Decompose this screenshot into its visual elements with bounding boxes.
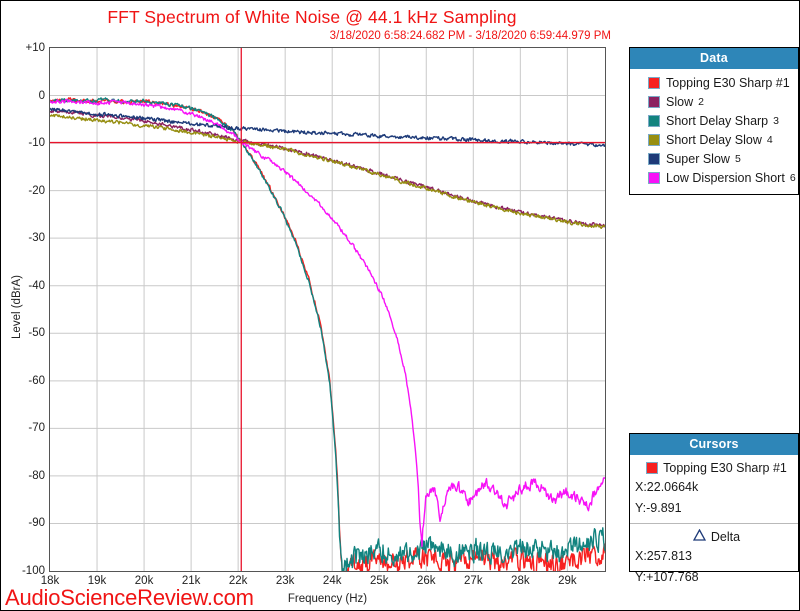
chart-window: FFT Spectrum of White Noise @ 44.1 kHz S… [0,0,800,611]
y-axis-tick-label: 0 [38,89,45,102]
legend-panel-header: Data [630,48,798,69]
legend-item-number: 4 [766,133,773,146]
plot-area-wrapper [49,47,606,572]
x-axis-tick-label: 24k [322,575,342,587]
legend-item-label: Short Delay Sharp [666,113,769,128]
delta-title: Delta [635,527,798,546]
y-axis-tick-label: -100 [21,565,45,577]
x-axis-tick-label: 26k [416,575,436,587]
y-axis-label: Level (dBrA) [11,275,23,339]
x-axis-tick-label: 29k [558,575,577,587]
legend-item-number: 5 [734,152,741,165]
legend-item-number: 3 [773,114,779,127]
y-axis-ticks: +10 0 -10 -20 -30 -40 -50 -60 -70 -80 -90 -100 [1,42,45,577]
x-axis-tick-label: 25k [369,575,389,587]
legend-item[interactable]: Short Delay Slow 4 [636,130,798,149]
legend-item-number: 2 [698,95,704,108]
legend-item-number: 6 [789,171,796,184]
legend-item-label: Slow [666,94,694,109]
y-axis-tick-label: -70 [28,422,45,435]
y-axis-tick-label: -20 [28,184,45,197]
y-axis-tick-label: -10 [28,137,45,150]
chart-subtitle-timestamp: 3/18/2020 6:58:24.682 PM - 3/18/2020 6:5… [329,30,611,42]
legend-item-label: Super Slow [666,151,730,166]
y-axis-tick-label: -90 [28,517,45,530]
x-axis-tick-label: 23k [275,575,295,587]
legend-item-label: Low Dispersion Short [666,170,785,185]
y-axis-tick-label: +10 [25,42,45,54]
y-axis-tick-label: -80 [28,469,45,482]
legend-color-swatch [648,133,660,146]
legend-item[interactable]: Slow 2 [636,92,798,111]
x-axis-tick-label: 28k [511,575,530,587]
legend-item[interactable]: Low Dispersion Short 6 [636,168,798,187]
delta-readout-section: Delta X:257.813 Y:+107.768 [630,524,798,590]
cursor-y-readout: Y:-9.891 [635,501,682,515]
cursor-x-readout: X:22.0664k [635,480,699,494]
chart-title: FFT Spectrum of White Noise @ 44.1 kHz S… [107,7,517,27]
cursor-readout-section: Topping E30 Sharp #1 X:22.0664k Y:-9.891 [630,455,798,521]
legend-color-swatch [648,95,660,108]
legend-item-label: Short Delay Slow [666,132,762,147]
legend-color-swatch [648,171,660,184]
legend-item[interactable]: Short Delay Sharp 3 [636,111,798,130]
cursor-trace-title: Topping E30 Sharp #1 [635,458,798,477]
legend-list: Topping E30 Sharp #1 Slow 2 Short Delay Sha… [630,69,798,187]
delta-y-readout: Y:+107.768 [635,570,699,584]
delta-label: Delta [710,529,741,544]
legend-color-swatch [648,152,660,165]
site-watermark: AudioScienceReview.com [5,585,254,610]
legend-color-swatch [648,76,660,89]
legend-color-swatch [648,114,660,127]
cursor-trace-label: Topping E30 Sharp #1 [663,460,787,475]
legend-item[interactable]: Super Slow 5 [636,149,798,168]
legend-panel: Data Topping E30 Sharp #1 Slow 2 Short Dela… [629,47,799,195]
cursors-panel: Cursors Topping E30 Sharp #1 X:22.0664k … [629,433,799,584]
legend-item[interactable]: Topping E30 Sharp #1 [636,73,798,92]
cursor-trace-color-swatch [646,461,659,474]
delta-triangle-icon [692,528,707,544]
legend-item-label: Topping E30 Sharp #1 [666,75,790,90]
delta-x-readout: X:257.813 [635,549,692,563]
cursors-panel-header: Cursors [630,434,798,455]
plot-area[interactable] [49,47,606,572]
x-axis-tick-label: 27k [464,575,483,587]
